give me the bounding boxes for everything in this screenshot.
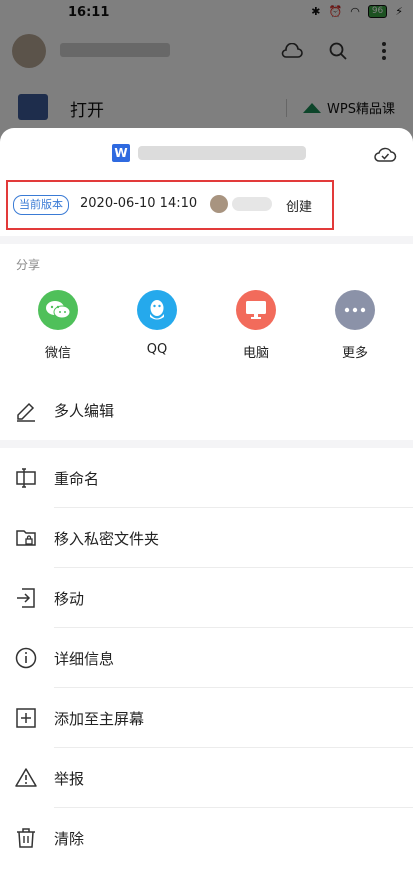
share-more[interactable]: 更多 [315,290,395,361]
file-options-sheet: W 当前版本 2020-06-10 14:10 创建 分享 微信 QQ 电脑 更… [0,128,413,872]
report-icon [15,768,37,787]
share-qq-label: QQ [146,342,168,357]
menu-add-home[interactable]: 添加至主屏幕 [0,688,413,748]
share-wechat[interactable]: 微信 [18,290,98,361]
multi-edit-row[interactable]: 多人编辑 [0,382,413,440]
menu-label: 移入私密文件夹 [54,530,160,548]
current-version-badge: 当前版本 [13,195,69,215]
author-name-blurred [232,197,272,211]
edit-pencil-icon [17,402,35,422]
more-icon [335,290,375,330]
section-divider [0,236,413,244]
menu-delete[interactable]: 清除 [0,808,413,868]
share-computer-label: 电脑 [242,346,269,361]
info-icon [15,647,37,669]
move-icon [17,588,35,608]
share-section-title: 分享 [16,258,41,272]
menu-details[interactable]: 详细信息 [0,628,413,688]
section-divider [0,440,413,448]
qq-icon [137,290,177,330]
menu-move[interactable]: 移动 [0,568,413,628]
share-wechat-label: 微信 [44,346,71,361]
version-action-label: 创建 [286,200,313,215]
cloud-check-icon[interactable] [373,142,397,166]
author-avatar [210,195,228,213]
share-grid: 微信 QQ 电脑 更多 [0,290,413,370]
multi-edit-label: 多人编辑 [54,402,115,420]
delete-icon [17,828,35,848]
menu-label: 举报 [54,770,85,788]
menu-label: 重命名 [54,470,100,488]
file-menu-list: 重命名 移入私密文件夹 移动 详细信息 添加至主屏幕 举报 清除 [0,448,413,868]
menu-report[interactable]: 举报 [0,748,413,808]
wechat-icon [38,290,78,330]
document-name-blurred [138,146,306,160]
menu-label: 详细信息 [54,650,115,668]
private-folder-icon [16,530,36,546]
rename-icon [16,468,36,488]
menu-label: 添加至主屏幕 [54,710,145,728]
word-doc-icon: W [112,144,130,162]
share-qq[interactable]: QQ [117,290,197,357]
share-computer[interactable]: 电脑 [216,290,296,361]
version-history-row[interactable]: 当前版本 2020-06-10 14:10 创建 [6,180,334,230]
menu-label: 清除 [54,830,85,848]
version-datetime: 2020-06-10 14:10 [80,196,198,211]
sheet-title-row: W [0,128,413,180]
share-more-label: 更多 [341,346,368,361]
menu-label: 移动 [54,590,85,608]
menu-rename[interactable]: 重命名 [0,448,413,508]
menu-private-folder[interactable]: 移入私密文件夹 [0,508,413,568]
computer-icon [236,290,276,330]
add-home-icon [16,708,36,728]
